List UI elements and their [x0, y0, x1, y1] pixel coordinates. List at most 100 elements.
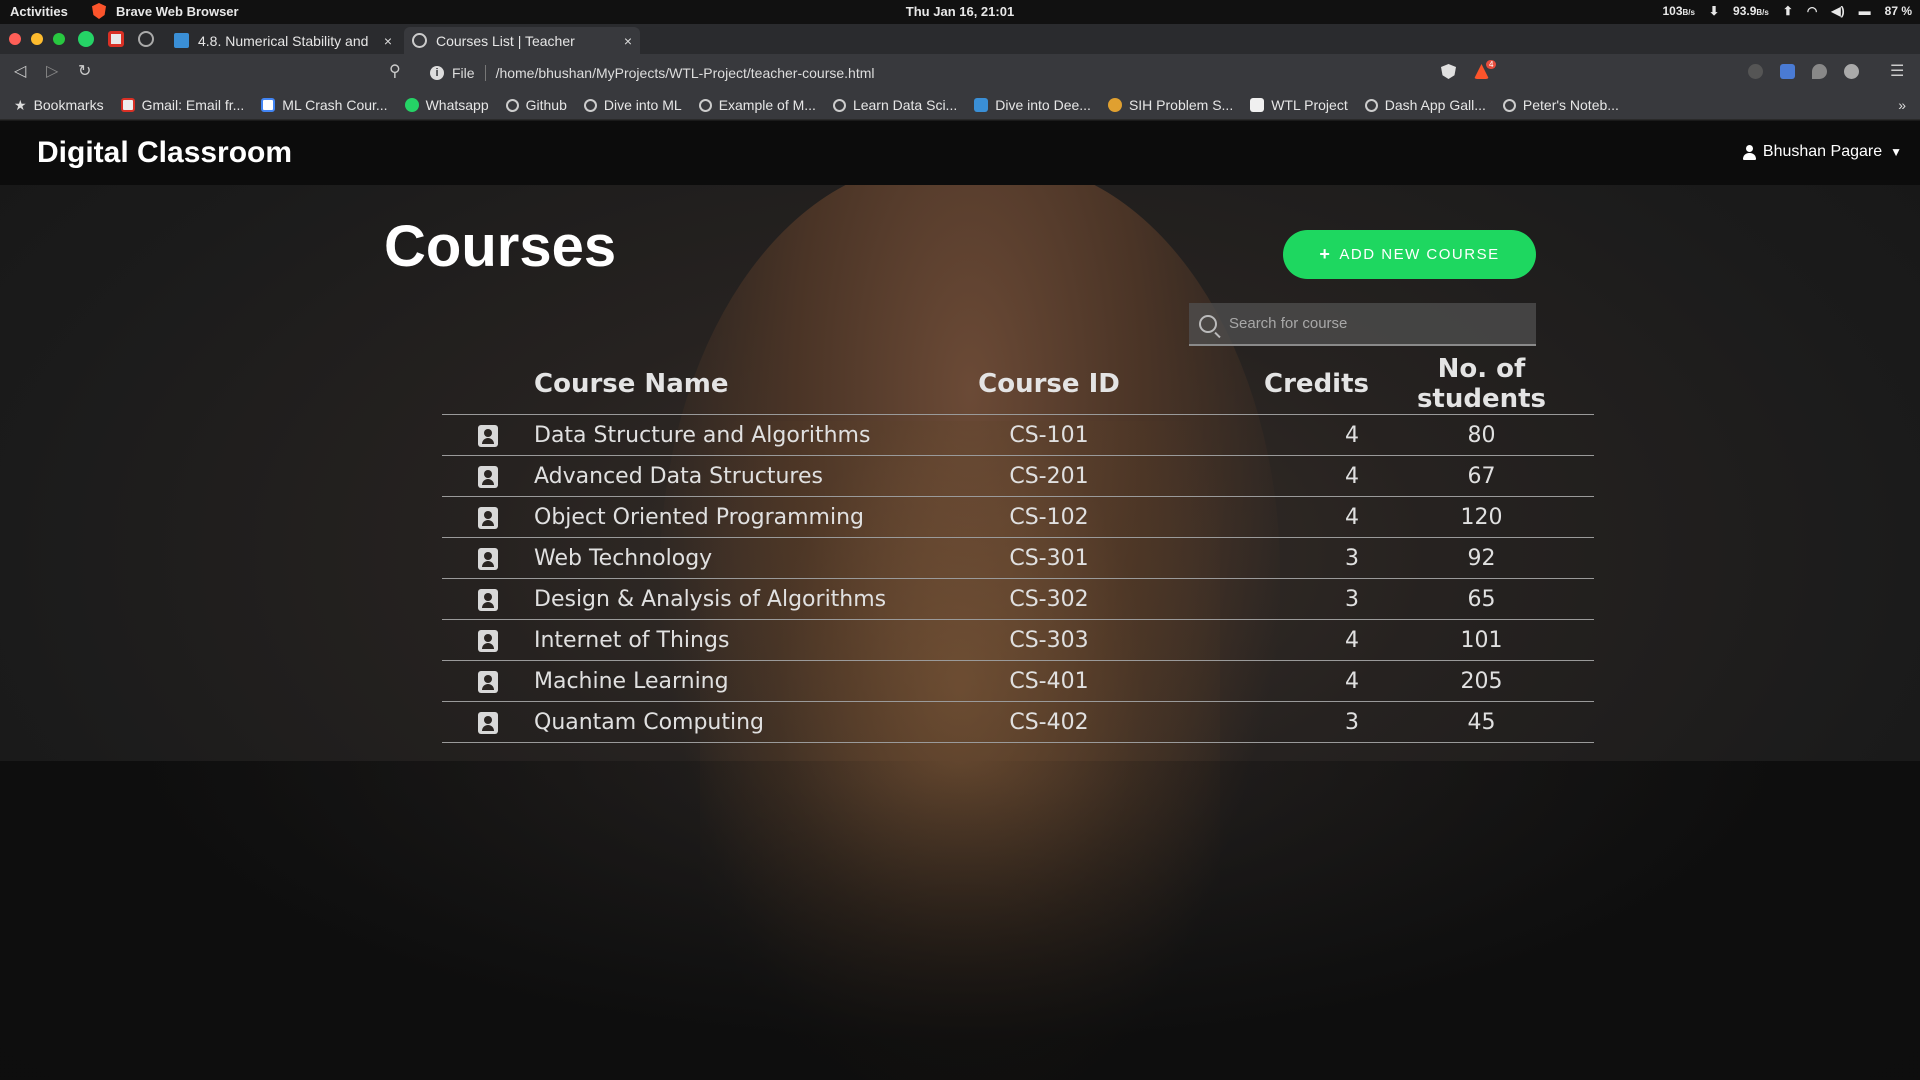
contact-card-icon[interactable] — [478, 506, 498, 529]
search-icon — [1199, 314, 1217, 333]
course-name: Internet of Things — [534, 619, 929, 661]
browser-menu-icon[interactable]: ☰ — [1890, 61, 1904, 81]
course-credits: 3 — [1169, 578, 1369, 620]
bookmark-item[interactable]: SIH Problem S... — [1107, 97, 1233, 113]
course-credits: 3 — [1169, 537, 1369, 579]
globe-icon — [1364, 98, 1378, 112]
table-row[interactable]: Web Technology CS-301 3 92 — [442, 537, 1594, 579]
back-arrow-icon[interactable]: ◁ — [14, 61, 26, 81]
system-clock[interactable]: Thu Jan 16, 21:01 — [0, 4, 1920, 19]
whatsapp-icon — [404, 98, 419, 112]
contact-card-icon[interactable] — [478, 670, 498, 693]
reload-icon[interactable]: ↻ — [78, 61, 91, 81]
site-brand[interactable]: Digital Classroom — [37, 136, 292, 170]
contact-card-icon[interactable] — [478, 588, 498, 611]
user-menu[interactable]: Bhushan Pagare ▼ — [1742, 143, 1902, 161]
contact-card-icon[interactable] — [478, 465, 498, 488]
table-row[interactable]: Object Oriented Programming CS-102 4 120 — [442, 496, 1594, 538]
bookmark-item[interactable]: Example of M... — [698, 97, 816, 113]
contact-card-icon[interactable] — [478, 547, 498, 570]
browser-tab-strip: 4.8. Numerical Stability and × Courses L… — [0, 24, 1920, 74]
more-bookmarks-icon[interactable]: » — [1898, 97, 1906, 113]
bookmark-item[interactable]: Dash App Gall... — [1364, 97, 1486, 113]
brave-shields-icon[interactable] — [1441, 64, 1456, 79]
plus-icon: + — [1319, 244, 1332, 264]
site-info-icon[interactable]: i — [430, 65, 444, 80]
sih-icon — [1107, 98, 1122, 112]
table-row[interactable]: Design & Analysis of Algorithms CS-302 3… — [442, 578, 1594, 620]
table-row[interactable]: Advanced Data Structures CS-201 4 67 — [442, 455, 1594, 497]
course-credits: 4 — [1169, 619, 1369, 661]
course-students: 205 — [1369, 660, 1594, 702]
bookmark-item[interactable]: WTL Project — [1250, 97, 1348, 113]
gmail-pinned-tab-icon[interactable] — [108, 31, 124, 47]
table-row[interactable]: Internet of Things CS-303 4 101 — [442, 619, 1594, 661]
course-id: CS-402 — [929, 701, 1169, 743]
close-tab-icon[interactable]: × — [624, 33, 632, 49]
tab-numerical-stability[interactable]: 4.8. Numerical Stability and × — [166, 27, 400, 54]
forward-arrow-icon[interactable]: ▷ — [46, 61, 58, 81]
maximize-window-icon[interactable] — [53, 33, 65, 45]
battery-percent: 87 % — [1884, 4, 1912, 18]
activities-button[interactable]: Activities — [10, 4, 68, 19]
course-students: 101 — [1369, 619, 1594, 661]
bookmark-page-icon[interactable]: ⚲ — [389, 61, 401, 81]
tab-title: Courses List | Teacher — [436, 32, 575, 49]
bookmark-item[interactable]: ★ Bookmarks — [14, 97, 104, 113]
add-new-course-label: ADD NEW COURSE — [1339, 246, 1500, 263]
profile-extension-icon[interactable] — [1844, 64, 1859, 79]
course-id: CS-303 — [929, 619, 1169, 661]
bookmark-item[interactable]: Whatsapp — [404, 97, 489, 113]
contact-card-icon[interactable] — [478, 424, 498, 447]
browser-toolbar: ◁ ▷ ↻ ⚲ i File /home/bhushan/MyProjects/… — [0, 54, 1920, 91]
close-tab-icon[interactable]: × — [384, 33, 392, 49]
app-menu[interactable]: Brave Web Browser — [92, 3, 239, 19]
bookmark-item[interactable]: Dive into Dee... — [974, 97, 1091, 113]
whatsapp-pinned-tab-icon[interactable] — [78, 31, 94, 47]
download-speed: 103B/s — [1662, 4, 1695, 18]
github-pinned-tab-icon[interactable] — [138, 31, 154, 47]
bookmark-item[interactable]: Dive into ML — [583, 97, 682, 113]
app-name: Brave Web Browser — [116, 3, 239, 19]
close-window-icon[interactable] — [9, 33, 21, 45]
contact-card-icon[interactable] — [478, 629, 498, 652]
header-course-name: Course Name — [534, 369, 729, 399]
tab-title: 4.8. Numerical Stability and — [198, 32, 369, 49]
bookmark-item[interactable]: Github — [505, 97, 567, 113]
table-row[interactable]: Quantam Computing CS-402 3 45 — [442, 701, 1594, 743]
bookmark-item[interactable]: Learn Data Sci... — [832, 97, 957, 113]
course-name: Advanced Data Structures — [534, 455, 929, 497]
address-bar[interactable]: i File /home/bhushan/MyProjects/WTL-Proj… — [410, 59, 1428, 86]
user-name: Bhushan Pagare — [1762, 143, 1883, 160]
url-text[interactable]: /home/bhushan/MyProjects/WTL-Project/tea… — [496, 65, 875, 81]
minimize-window-icon[interactable] — [31, 33, 43, 45]
table-row[interactable]: Machine Learning CS-401 4 205 — [442, 660, 1594, 702]
contact-card-icon[interactable] — [478, 711, 498, 734]
course-credits: 4 — [1169, 660, 1369, 702]
course-id: CS-302 — [929, 578, 1169, 620]
upload-arrow-icon: ⬆ — [1782, 4, 1793, 18]
web-page: Digital Classroom Bhushan Pagare ▼ Cours… — [0, 121, 1920, 1080]
github-icon — [505, 98, 519, 112]
course-students: 67 — [1369, 455, 1594, 497]
brave-logo-icon — [92, 3, 106, 19]
course-credits: 4 — [1169, 455, 1369, 497]
system-status-area[interactable]: 103B/s ⬇ 93.9B/s ⬆ ◠ ◀) ▬ 87 % — [1663, 4, 1913, 18]
location-extension-icon[interactable] — [1812, 64, 1827, 79]
extension-icon[interactable] — [1748, 64, 1763, 79]
bookmark-item[interactable]: Peter's Noteb... — [1502, 97, 1619, 113]
search-input[interactable] — [1229, 315, 1519, 332]
course-name: Data Structure and Algorithms — [534, 414, 929, 456]
volume-icon: ◀) — [1831, 4, 1845, 18]
course-search — [1189, 303, 1536, 346]
add-new-course-button[interactable]: + ADD NEW COURSE — [1283, 230, 1536, 279]
bookmark-item[interactable]: ML Crash Cour... — [261, 97, 388, 113]
table-row[interactable]: Data Structure and Algorithms CS-101 4 8… — [442, 414, 1594, 456]
tab-courses-list[interactable]: Courses List | Teacher × — [404, 27, 640, 54]
translate-extension-icon[interactable] — [1780, 64, 1795, 79]
github-icon — [698, 98, 712, 112]
course-name: Design & Analysis of Algorithms — [534, 578, 929, 620]
table-header-row: Course Name Course ID Credits No. of stu… — [442, 354, 1594, 415]
github-icon — [832, 98, 846, 112]
bookmark-item[interactable]: Gmail: Email fr... — [120, 97, 244, 113]
